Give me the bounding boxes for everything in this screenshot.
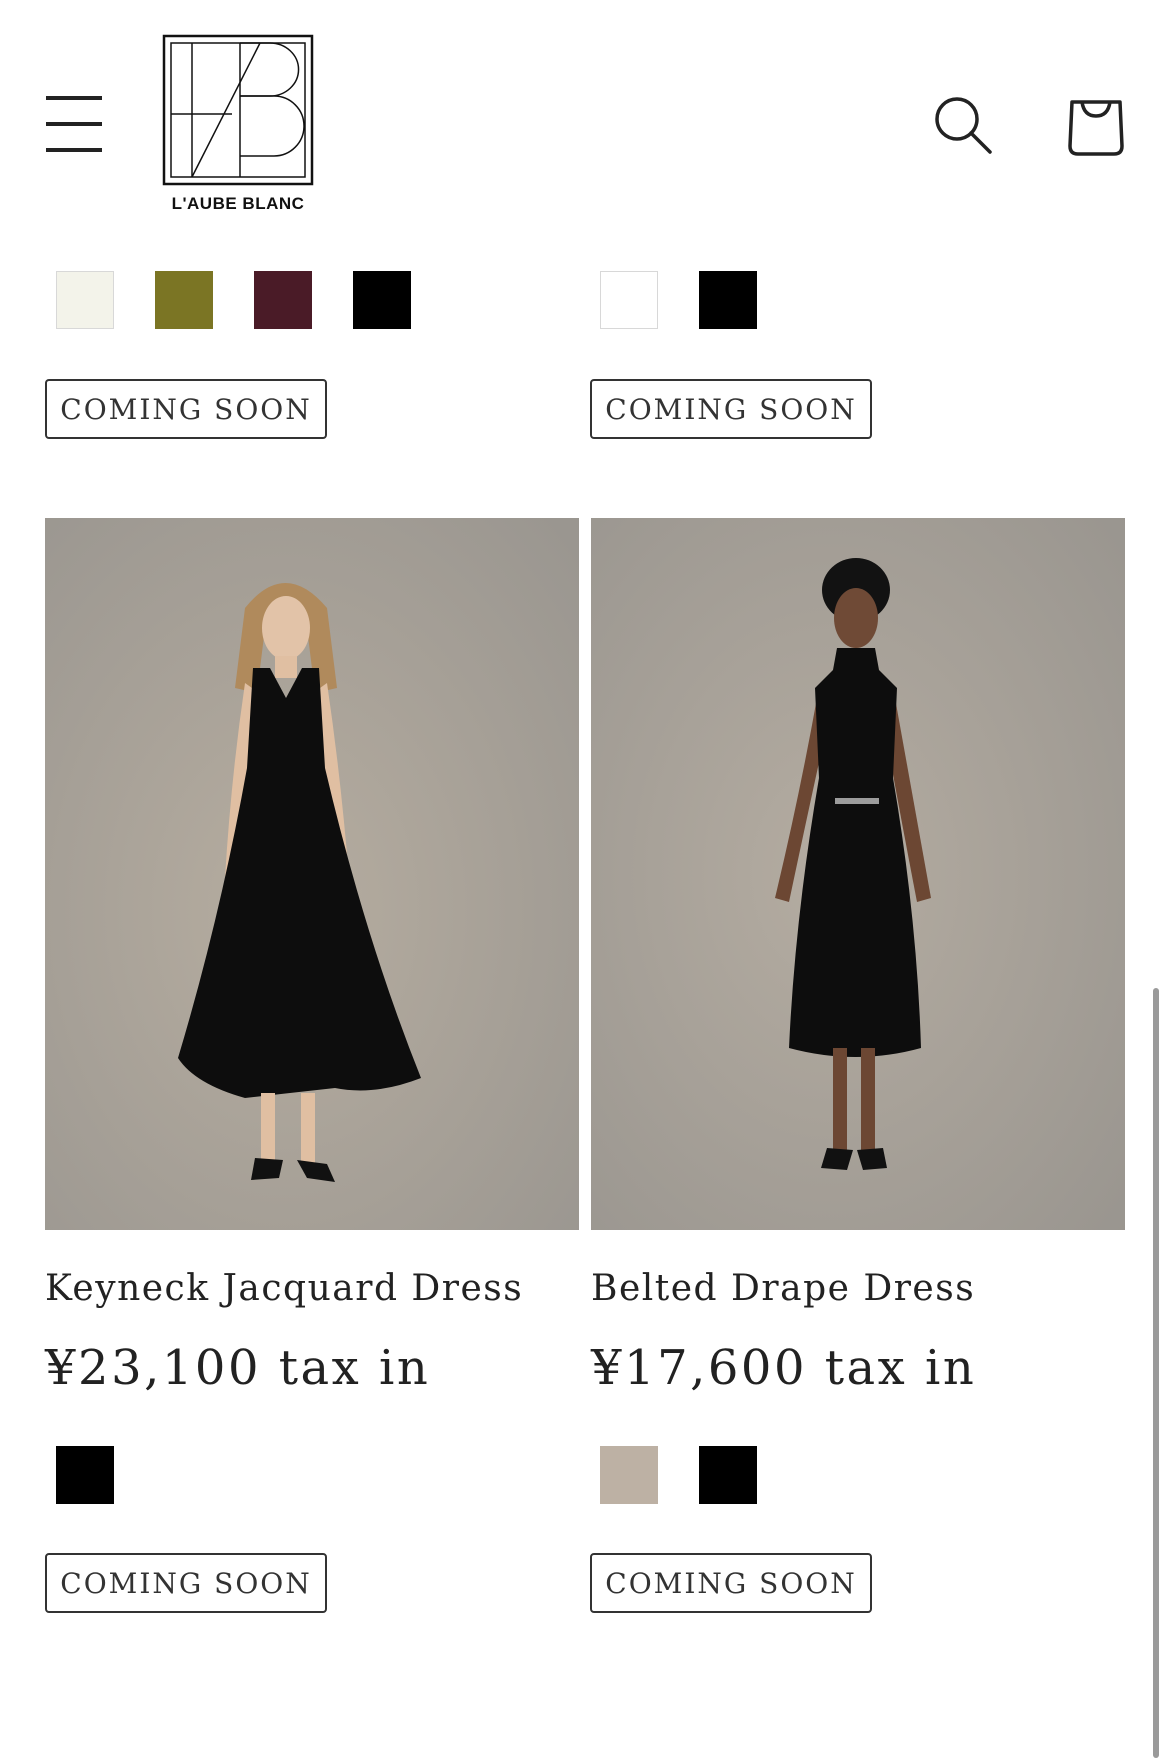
color-swatch[interactable] <box>254 271 312 329</box>
product-image[interactable] <box>591 518 1125 1230</box>
color-swatch[interactable] <box>353 271 411 329</box>
coming-soon-button[interactable]: COMING SOON <box>45 1553 327 1613</box>
color-swatch[interactable] <box>56 271 114 329</box>
product-title[interactable]: Keyneck Jacquard Dress <box>45 1268 523 1309</box>
site-header: L'AUBE BLANC <box>0 0 1170 240</box>
product-image[interactable] <box>45 518 579 1230</box>
product-price: ¥17,600 tax in <box>591 1340 977 1396</box>
color-swatch[interactable] <box>155 271 213 329</box>
coming-soon-button[interactable]: COMING SOON <box>590 379 872 439</box>
hamburger-menu-icon[interactable] <box>46 96 104 152</box>
product-price: ¥23,100 tax in <box>45 1340 431 1396</box>
logo-monogram-icon <box>162 34 314 186</box>
coming-soon-button[interactable]: COMING SOON <box>45 379 327 439</box>
color-swatch[interactable] <box>699 271 757 329</box>
color-swatch[interactable] <box>699 1446 757 1504</box>
coming-soon-button[interactable]: COMING SOON <box>590 1553 872 1613</box>
brand-name: L'AUBE BLANC <box>171 194 305 213</box>
color-swatch[interactable] <box>600 271 658 329</box>
brand-logo[interactable]: L'AUBE BLANC <box>162 34 314 220</box>
scrollbar[interactable] <box>1153 988 1159 1758</box>
product-title[interactable]: Belted Drape Dress <box>591 1268 975 1309</box>
color-swatch[interactable] <box>56 1446 114 1504</box>
color-swatch[interactable] <box>600 1446 658 1504</box>
shopping-bag-icon[interactable] <box>1064 92 1128 158</box>
search-icon[interactable] <box>932 94 994 156</box>
